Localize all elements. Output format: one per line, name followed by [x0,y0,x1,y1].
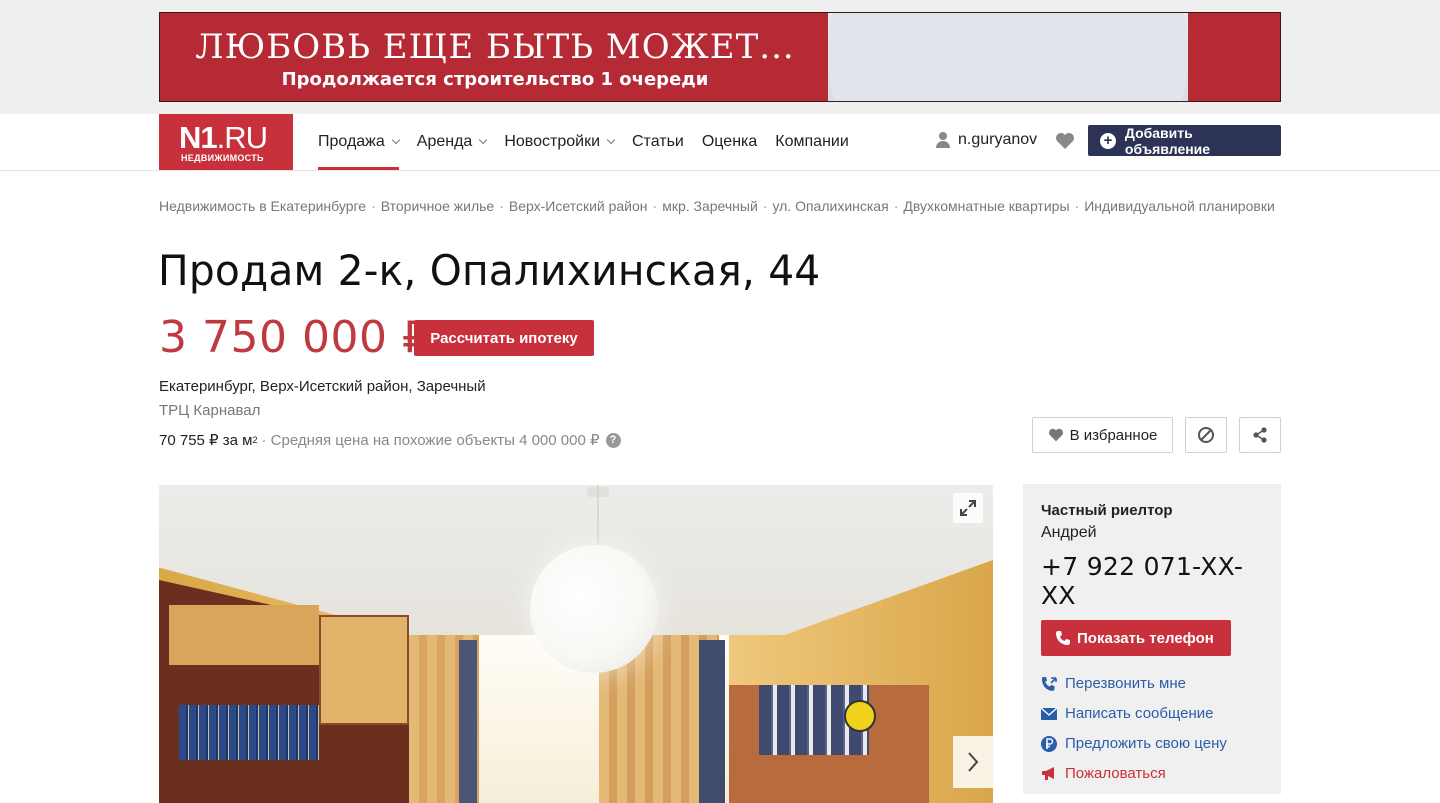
favorites-heart-icon[interactable] [1055,132,1075,152]
seller-type: Частный риелтор [1041,502,1173,519]
breadcrumb-item[interactable]: Вторичное жилье [381,198,494,214]
seller-name: Андрей [1041,524,1097,541]
chevron-right-icon [968,752,979,772]
next-photo-button[interactable] [953,736,993,788]
callback-link[interactable]: Перезвонить мне [1041,674,1263,693]
nav-item-new-buildings[interactable]: Новостройки [504,133,616,151]
ad-banner[interactable]: ЛЮБОВЬ ЕЩЕ БЫТЬ МОЖЕТ... Продолжается ст… [159,12,1281,102]
site-logo[interactable]: N1.RU НЕДВИЖИМОСТЬ [159,114,293,170]
top-navigation: N1.RU НЕДВИЖИМОСТЬ Продажа Аренда Новост… [0,114,1440,171]
average-price: · Средняя цена на похожие объекты 4 000 … [261,432,600,449]
user-icon [936,132,950,148]
breadcrumb-item[interactable]: мкр. Заречный [662,198,758,214]
show-phone-button[interactable]: Показать телефон [1041,620,1231,656]
plus-circle-icon: + [1100,132,1116,149]
listing-title: Продам 2-к, Опалихинская, 44 [158,246,821,295]
help-icon[interactable]: ? [605,432,621,448]
complain-link[interactable]: Пожаловаться [1041,764,1263,783]
ad-banner-area: ЛЮБОВЬ ЕЩЕ БЫТЬ МОЖЕТ... Продолжается ст… [0,0,1440,114]
write-message-link[interactable]: Написать сообщение [1041,704,1263,723]
hide-listing-button[interactable] [1185,417,1227,453]
share-icon [1253,427,1267,443]
block-icon [1198,427,1214,443]
breadcrumb-item[interactable]: Двухкомнатные квартиры [903,198,1069,214]
listing-landmark: ТРЦ Карнавал [159,402,261,419]
seller-phone: +7 922 071-XX-XX [1041,552,1244,610]
listing-address: Екатеринбург, Верх-Исетский район, Зареч… [159,378,486,395]
user-profile-link[interactable]: n.guryanov [936,131,1037,149]
seller-panel: Частный риелтор Андрей +7 922 071-XX-XX … [1023,484,1281,794]
banner-subline: Продолжается строительство 1 очереди [281,69,709,90]
username: n.guryanov [958,131,1038,148]
main-menu: Продажа Аренда Новостройки Статьи Оценка… [318,114,867,170]
add-listing-button[interactable]: + Добавить объявление [1088,125,1281,157]
nav-item-valuation[interactable]: Оценка [702,133,757,151]
breadcrumb-item[interactable]: Верх-Исетский район [509,198,648,214]
callback-icon [1041,676,1057,692]
ruble-icon [1041,735,1057,752]
megaphone-icon [1041,766,1057,782]
heart-icon [1048,428,1063,442]
offer-price-link[interactable]: Предложить свою цену [1041,734,1263,753]
price-per-meter: 70 755 ₽ за м2 · Средняя цена на похожие… [159,431,621,449]
listing-photo[interactable] [159,485,993,803]
breadcrumb-item[interactable]: Недвижимость в Екатеринбурге [159,198,366,214]
add-to-favorites-button[interactable]: В избранное [1032,417,1173,453]
breadcrumb: Недвижимость в Екатеринбурге · Вторичное … [159,198,1275,214]
chevron-down-icon [391,135,401,145]
chevron-down-icon [479,135,488,145]
nav-item-rent[interactable]: Аренда [417,133,488,151]
expand-icon [960,500,976,516]
mortgage-calc-button[interactable]: Рассчитать ипотеку [414,320,594,356]
share-button[interactable] [1239,417,1281,453]
fullscreen-button[interactable] [953,493,983,523]
envelope-icon [1041,706,1057,722]
nav-item-sale[interactable]: Продажа [318,114,401,170]
listing-price: 3 750 000 ₽ [159,312,431,363]
phone-icon [1056,631,1070,645]
breadcrumb-item[interactable]: ул. Опалихинская [772,198,888,214]
nav-item-articles[interactable]: Статьи [632,133,684,151]
nav-item-companies[interactable]: Компании [775,133,849,151]
banner-headline: ЛЮБОВЬ ЕЩЕ БЫТЬ МОЖЕТ... [195,27,795,67]
chevron-down-icon [606,135,616,145]
breadcrumb-item[interactable]: Индивидуальной планировки [1084,198,1275,214]
banner-building-image [828,13,1188,101]
